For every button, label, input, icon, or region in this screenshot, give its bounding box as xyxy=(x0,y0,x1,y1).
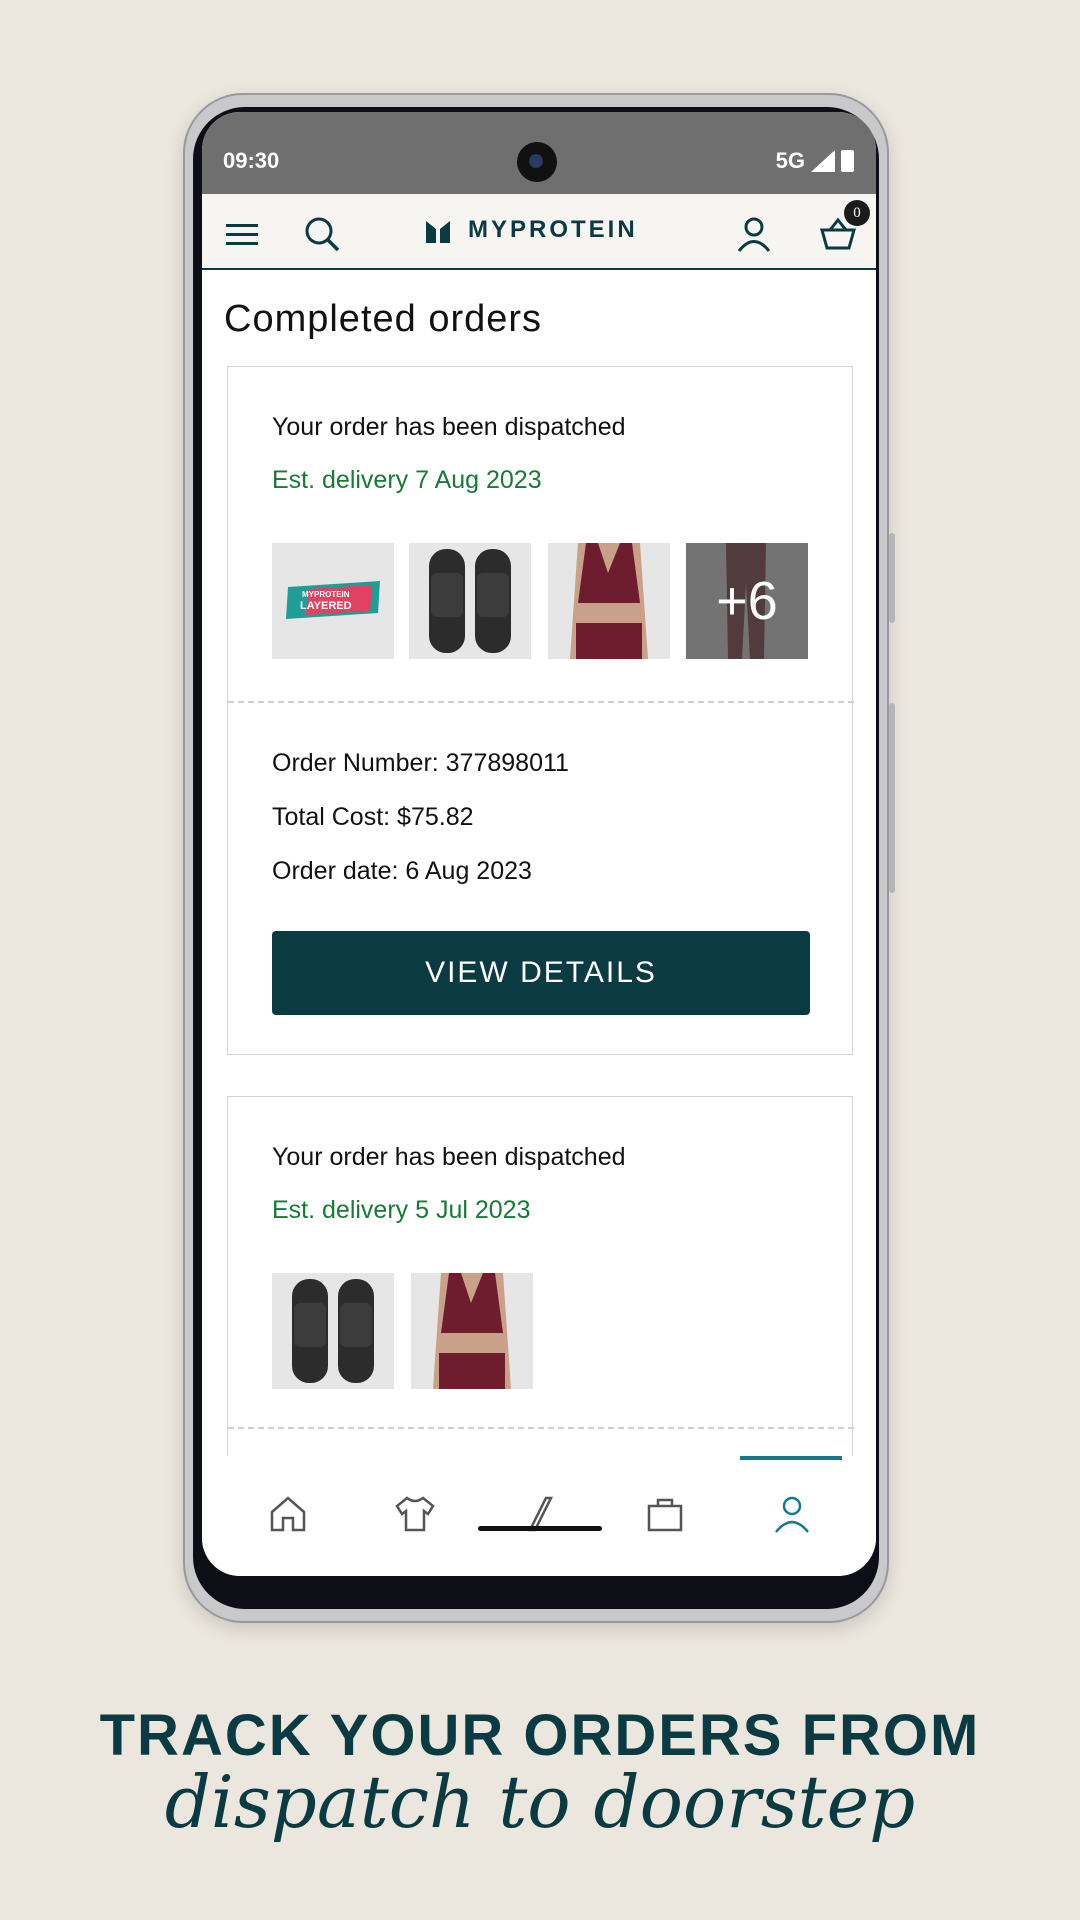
delivery-estimate: Est. delivery 5 Jul 2023 xyxy=(272,1196,531,1224)
bar-label-text: LAYERED xyxy=(300,600,352,612)
account-icon[interactable] xyxy=(734,214,774,254)
product-thumb-leggings[interactable]: +6 xyxy=(686,543,808,659)
total-cost: Total Cost: $75.82 xyxy=(272,803,474,831)
card-divider xyxy=(228,701,854,703)
signal-icon xyxy=(811,150,835,172)
status-icons: 5G xyxy=(776,148,854,174)
bag-icon[interactable] xyxy=(643,1492,687,1536)
home-indicator xyxy=(478,1526,602,1531)
power-button xyxy=(889,703,895,893)
basket-count-badge: 0 xyxy=(844,200,870,226)
page-title: Completed orders xyxy=(224,298,543,340)
sliders-image xyxy=(272,1273,394,1389)
order-status: Your order has been dispatched xyxy=(272,413,626,441)
menu-icon[interactable] xyxy=(222,214,262,254)
battery-icon xyxy=(841,150,854,172)
status-time: 09:30 xyxy=(223,148,280,173)
tagline-script: dispatch to doorstep xyxy=(164,1760,916,1844)
order-number: Order Number: 377898011 xyxy=(272,749,569,777)
sports-bra-image xyxy=(411,1273,533,1389)
order-card: Your order has been dispatched Est. deli… xyxy=(227,366,854,1055)
brand-mark-icon xyxy=(426,221,450,243)
brand-logo[interactable]: MYPROTEIN xyxy=(426,216,638,244)
product-thumb-sliders[interactable] xyxy=(272,1273,394,1389)
view-details-button[interactable]: VIEW DETAILS xyxy=(272,931,810,1015)
protein-bar-image: MYPROTEIN LAYERED xyxy=(272,543,394,659)
account-nav-icon[interactable] xyxy=(770,1492,814,1536)
status-bar: 09:30 5G xyxy=(202,112,876,194)
orders-content[interactable]: Completed orders Your order has been dis… xyxy=(202,270,876,1456)
volume-button xyxy=(889,533,895,623)
sports-bra-image xyxy=(548,543,670,659)
app-header: MYPROTEIN 0 xyxy=(202,194,876,270)
tagline-headline: TRACK YOUR ORDERS FROM xyxy=(99,1703,981,1768)
front-camera xyxy=(517,142,557,182)
product-thumb-protein-bar[interactable]: MYPROTEIN LAYERED xyxy=(272,543,394,659)
home-icon[interactable] xyxy=(266,1492,310,1536)
bottom-nav xyxy=(202,1456,876,1576)
product-thumb-sliders[interactable] xyxy=(409,543,531,659)
order-status: Your order has been dispatched xyxy=(272,1143,626,1171)
order-card: Your order has been dispatched Est. deli… xyxy=(227,1096,854,1456)
order-date: Order date: 6 Aug 2023 xyxy=(272,857,532,885)
card-divider xyxy=(228,1427,854,1429)
product-thumb-sports-bra[interactable] xyxy=(548,543,670,659)
phone-screen: 09:30 5G MYPROTEIN 0 Completed orders Yo… xyxy=(202,112,876,1576)
network-label: 5G xyxy=(775,148,805,173)
product-thumb-sports-bra[interactable] xyxy=(411,1273,533,1389)
delivery-estimate: Est. delivery 7 Aug 2023 xyxy=(272,466,542,494)
tshirt-icon[interactable] xyxy=(393,1492,437,1536)
bar-brand-text: MYPROTEIN xyxy=(302,590,350,599)
sliders-image xyxy=(409,543,531,659)
active-tab-indicator xyxy=(740,1456,842,1460)
more-items-count: +6 xyxy=(686,543,808,659)
brand-name: MYPROTEIN xyxy=(468,216,638,243)
search-icon[interactable] xyxy=(302,214,342,254)
